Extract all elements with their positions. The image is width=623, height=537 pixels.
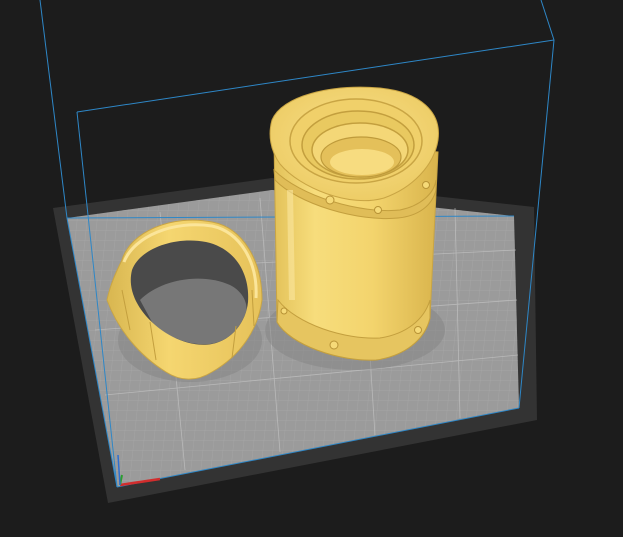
rivet-icon [414,326,422,334]
rivet-icon [325,195,335,205]
cylinder-inner-floor [330,149,394,175]
rivet-icon [280,307,288,315]
cylinder-highlight [287,189,295,301]
model-ring-part[interactable] [106,219,263,382]
rivet-icon [422,181,430,189]
model-cylinder-part[interactable] [265,86,445,370]
rivet-icon [329,340,339,350]
3d-viewport[interactable] [0,0,623,537]
rivet-icon [374,206,382,214]
